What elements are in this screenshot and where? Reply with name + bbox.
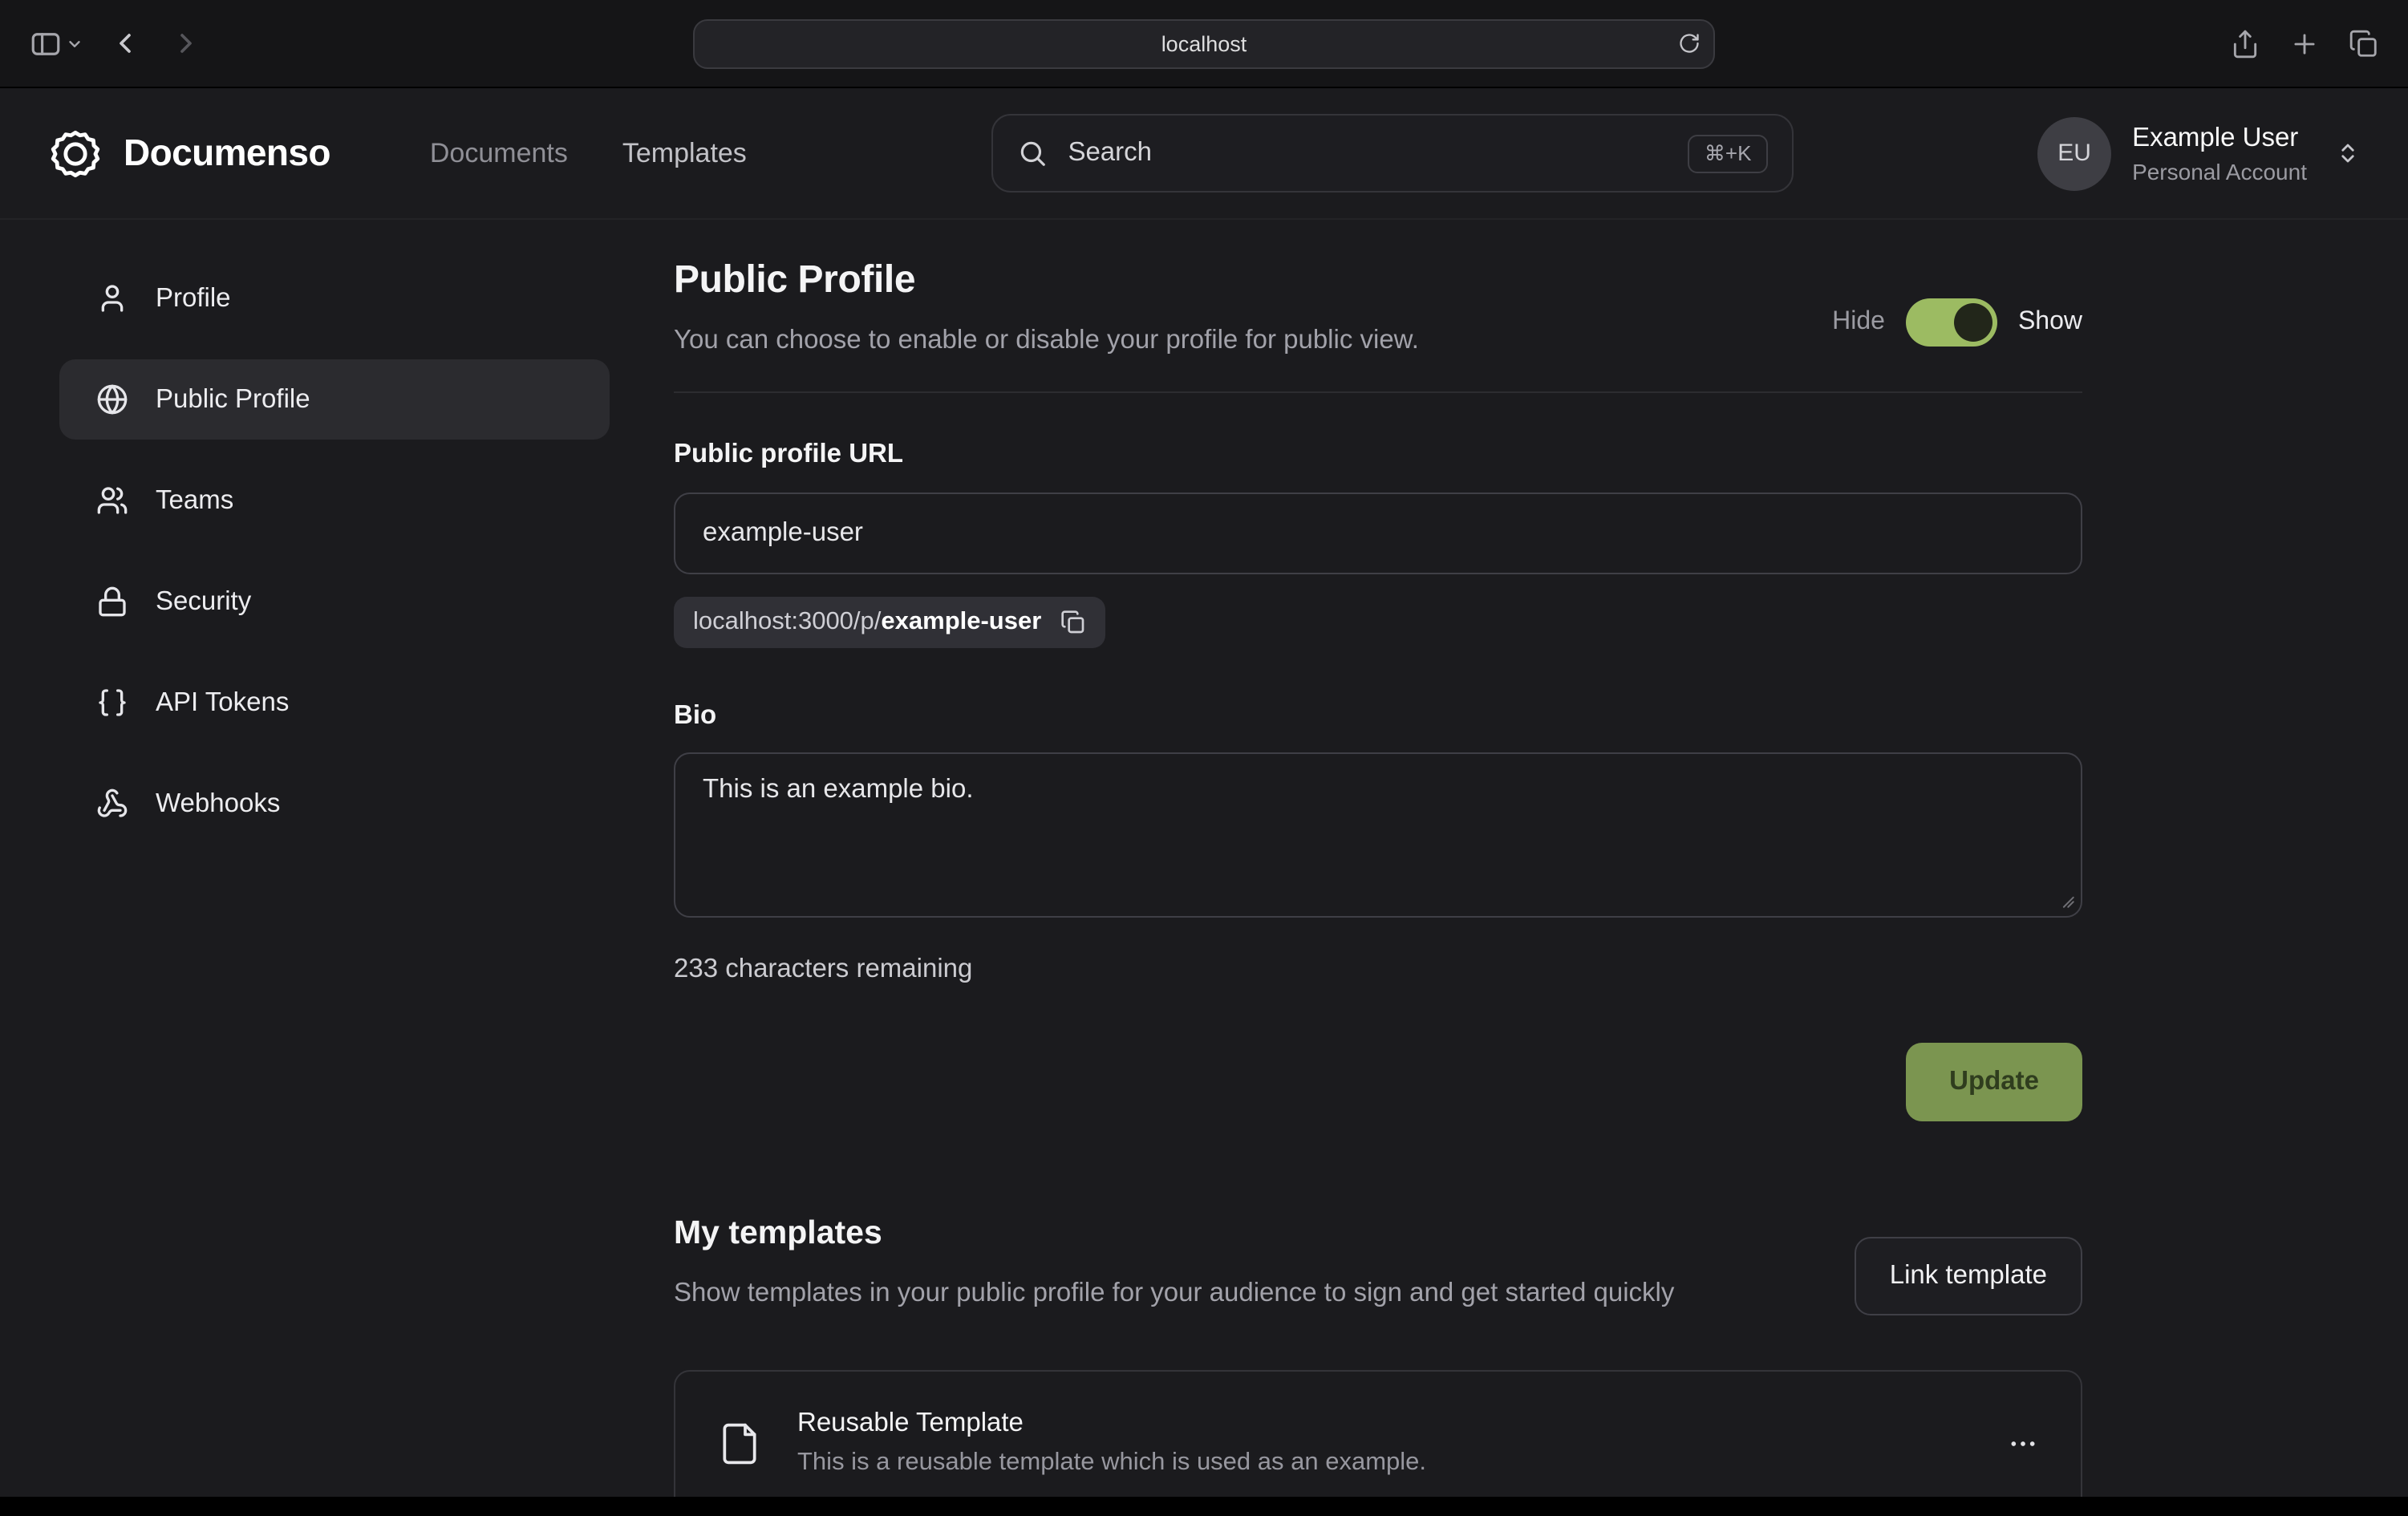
url-text: localhost [1161,31,1247,55]
webhook-icon [96,788,128,820]
characters-remaining: 233 characters remaining [674,955,2082,985]
toggle-knob [1954,303,1992,342]
sidebar-item-api-tokens[interactable]: API Tokens [59,663,610,743]
sidebar-item-label: Webhooks [156,788,280,819]
tab-overview-icon[interactable] [2349,28,2379,59]
public-profile-url-input[interactable] [674,492,2082,574]
user-name: Example User [2132,123,2307,153]
settings-sidebar: Profile Public Profile Teams Security [59,258,610,1516]
app-header: Documenso Documents Templates Search ⌘+K… [0,88,2408,220]
sidebar-item-label: Public Profile [156,384,310,415]
copy-icon[interactable] [1060,610,1086,635]
sidebar-item-teams[interactable]: Teams [59,460,610,541]
hide-label: Hide [1832,308,1885,337]
sidebar-dropdown-chevron-icon[interactable] [66,34,83,52]
public-profile-panel: Public Profile You can choose to enable … [674,258,2082,1516]
url-field-label: Public profile URL [674,440,2082,470]
brand[interactable]: Documenso [48,126,330,180]
app-window: localhost Documenso [0,0,2408,1516]
bio-label: Bio [674,701,2082,732]
user-menu[interactable]: EU Example User Personal Account [2037,116,2360,190]
window-bottom-edge [0,1497,2408,1516]
template-name: Reusable Template [797,1409,1426,1439]
visibility-control: Hide Show [1832,298,2082,347]
sidebar-item-public-profile[interactable]: Public Profile [59,359,610,440]
forward-icon[interactable] [170,27,202,59]
sidebar-item-label: Security [156,586,251,617]
address-bar[interactable]: localhost [693,18,1715,68]
page-subtitle: You can choose to enable or disable your… [674,326,1419,356]
template-actions-menu-icon[interactable] [2007,1427,2039,1459]
my-templates-title: My templates [674,1214,1674,1253]
sidebar-item-label: Profile [156,283,231,314]
template-description: This is a reusable template which is use… [797,1449,1426,1477]
profile-visibility-toggle[interactable] [1906,298,1997,347]
globe-icon [96,383,128,415]
search-shortcut-hint: ⌘+K [1688,134,1768,172]
lock-icon [96,586,128,618]
users-icon [96,484,128,517]
chevrons-up-down-icon [2336,141,2360,165]
search-placeholder: Search [1068,138,1152,168]
page-title: Public Profile [674,258,1419,303]
url-preview-slug: example-user [881,608,1041,635]
search-icon [1016,138,1047,168]
new-tab-icon[interactable] [2289,28,2320,59]
nav-templates[interactable]: Templates [622,137,747,169]
resize-grip-icon[interactable] [2055,889,2076,910]
back-icon[interactable] [109,27,141,59]
my-templates-description: Show templates in your public profile fo… [674,1274,1674,1315]
braces-icon [96,687,128,719]
divider [674,391,2082,393]
share-icon[interactable] [2230,28,2260,59]
reload-icon[interactable] [1678,32,1701,55]
link-template-button[interactable]: Link template [1855,1237,2082,1315]
sidebar-item-label: Teams [156,485,233,516]
sidebar-item-webhooks[interactable]: Webhooks [59,764,610,844]
show-label: Show [2018,308,2082,337]
update-button[interactable]: Update [1906,1043,2082,1121]
main-nav: Documents Templates [430,137,747,169]
bio-textarea[interactable]: This is an example bio. [674,752,2082,918]
search-input[interactable]: Search ⌘+K [991,114,1793,193]
avatar: EU [2037,116,2111,190]
documenso-logo-icon [48,126,103,180]
sidebar-item-label: API Tokens [156,687,289,718]
browser-toolbar: localhost [0,0,2408,88]
sidebar-item-profile[interactable]: Profile [59,258,610,338]
user-icon [96,282,128,314]
settings-layout: Profile Public Profile Teams Security [0,220,2408,1516]
file-icon [717,1417,762,1469]
nav-documents[interactable]: Documents [430,137,568,169]
url-preview-text: localhost:3000/p/example-user [693,608,1041,637]
sidebar-toggle-icon[interactable] [29,26,63,60]
template-card: Reusable Template This is a reusable tem… [674,1370,2082,1516]
brand-name: Documenso [124,132,330,175]
user-account-type: Personal Account [2132,158,2307,184]
url-preview-badge: localhost:3000/p/example-user [674,597,1105,648]
sidebar-item-security[interactable]: Security [59,561,610,642]
